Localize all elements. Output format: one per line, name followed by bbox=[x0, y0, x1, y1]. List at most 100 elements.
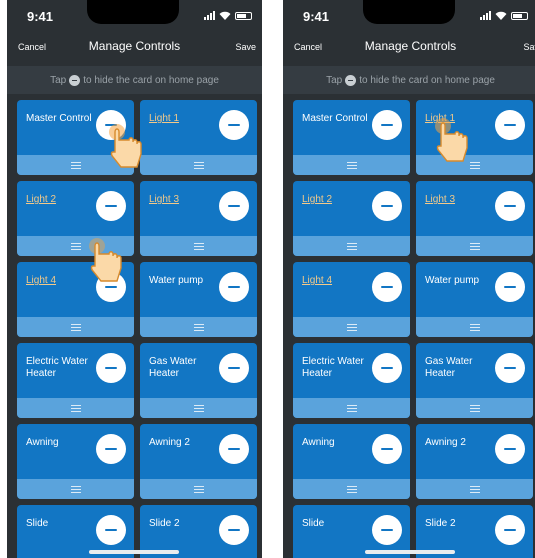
control-card: Light 1 bbox=[416, 100, 533, 175]
battery-icon bbox=[235, 12, 252, 20]
minus-circle-icon[interactable] bbox=[372, 515, 402, 545]
card-label[interactable]: Light 1 bbox=[149, 113, 219, 125]
drag-handle-icon[interactable] bbox=[140, 317, 257, 337]
minus-circle-icon[interactable] bbox=[219, 353, 249, 383]
minus-circle-icon[interactable] bbox=[495, 272, 525, 302]
control-card: Light 2 bbox=[17, 181, 134, 256]
minus-circle-icon[interactable] bbox=[96, 434, 126, 464]
page-title: Manage Controls bbox=[88, 39, 181, 53]
drag-handle-icon[interactable] bbox=[416, 236, 533, 256]
control-card: Awning bbox=[293, 424, 410, 499]
drag-handle-icon[interactable] bbox=[293, 236, 410, 256]
drag-handle-icon[interactable] bbox=[293, 317, 410, 337]
minus-circle-icon bbox=[345, 74, 357, 86]
drag-handle-icon[interactable] bbox=[140, 398, 257, 418]
card-label[interactable]: Light 2 bbox=[302, 194, 372, 206]
status-time: 9:41 bbox=[303, 9, 330, 24]
minus-circle-icon[interactable] bbox=[495, 191, 525, 221]
control-card: Light 4 bbox=[17, 262, 134, 337]
control-card: Light 3 bbox=[140, 181, 257, 256]
control-card: Gas Water Heater bbox=[416, 343, 533, 418]
control-card: Light 3 bbox=[416, 181, 533, 256]
card-label: Water pump bbox=[149, 275, 204, 286]
card-label: Slide 2 bbox=[149, 518, 180, 529]
minus-circle-icon[interactable] bbox=[219, 434, 249, 464]
hint-bar: Tap to hide the card on home page bbox=[7, 66, 262, 94]
minus-circle-icon[interactable] bbox=[372, 191, 402, 221]
card-label[interactable]: Light 1 bbox=[425, 113, 495, 125]
drag-handle-icon[interactable] bbox=[293, 155, 410, 175]
minus-circle-icon[interactable] bbox=[96, 272, 126, 302]
minus-circle-icon[interactable] bbox=[495, 434, 525, 464]
minus-circle-icon[interactable] bbox=[495, 110, 525, 140]
minus-circle-icon[interactable] bbox=[219, 515, 249, 545]
hint-text-before: Tap bbox=[326, 74, 343, 86]
drag-handle-icon[interactable] bbox=[140, 236, 257, 256]
notch bbox=[363, 0, 455, 24]
home-indicator bbox=[365, 550, 455, 554]
card-label: Water pump bbox=[425, 275, 480, 286]
card-label[interactable]: Light 4 bbox=[302, 275, 372, 287]
drag-handle-icon[interactable] bbox=[17, 317, 134, 337]
card-label[interactable]: Light 3 bbox=[425, 194, 495, 206]
card-label[interactable]: Light 3 bbox=[149, 194, 219, 206]
minus-circle-icon[interactable] bbox=[219, 110, 249, 140]
control-card: Awning 2 bbox=[416, 424, 533, 499]
hint-text-after: to hide the card on home page bbox=[83, 74, 219, 86]
notch bbox=[87, 0, 179, 24]
drag-handle-icon[interactable] bbox=[140, 155, 257, 175]
card-label: Electric Water Heater bbox=[302, 356, 364, 379]
minus-circle-icon[interactable] bbox=[96, 191, 126, 221]
control-card: Water pump bbox=[416, 262, 533, 337]
minus-circle-icon[interactable] bbox=[372, 353, 402, 383]
minus-circle-icon[interactable] bbox=[219, 272, 249, 302]
hint-text-after: to hide the card on home page bbox=[359, 74, 495, 86]
control-card: Light 2 bbox=[293, 181, 410, 256]
card-label: Slide bbox=[302, 518, 325, 529]
drag-handle-icon[interactable] bbox=[17, 155, 134, 175]
minus-circle-icon[interactable] bbox=[495, 515, 525, 545]
status-bar: 9:41 bbox=[283, 0, 535, 34]
card-label[interactable]: Light 4 bbox=[26, 275, 96, 287]
control-card: Awning 2 bbox=[140, 424, 257, 499]
card-label: Gas Water Heater bbox=[425, 356, 473, 379]
drag-handle-icon[interactable] bbox=[416, 317, 533, 337]
card-label: Slide bbox=[26, 518, 49, 529]
status-bar: 9:41 bbox=[7, 0, 262, 34]
minus-circle-icon[interactable] bbox=[372, 434, 402, 464]
drag-handle-icon[interactable] bbox=[416, 155, 533, 175]
nav-bar: Cancel Manage Controls Save bbox=[7, 34, 262, 60]
save-button[interactable]: Save bbox=[235, 42, 256, 52]
status-icons bbox=[480, 11, 528, 20]
card-label: Slide 2 bbox=[425, 518, 456, 529]
minus-circle-icon[interactable] bbox=[372, 272, 402, 302]
minus-circle-icon[interactable] bbox=[96, 353, 126, 383]
minus-circle-icon[interactable] bbox=[96, 110, 126, 140]
control-card: Master Control bbox=[293, 100, 410, 175]
signal-icon bbox=[204, 11, 215, 20]
drag-handle-icon[interactable] bbox=[416, 398, 533, 418]
nav-bar: Cancel Manage Controls Save bbox=[283, 34, 535, 60]
page-title: Manage Controls bbox=[364, 39, 457, 53]
drag-handle-icon[interactable] bbox=[416, 479, 533, 499]
card-label[interactable]: Light 2 bbox=[26, 194, 96, 206]
wifi-icon bbox=[495, 11, 507, 20]
save-button[interactable]: Save bbox=[523, 42, 535, 52]
minus-circle-icon[interactable] bbox=[495, 353, 525, 383]
card-label: Master Control bbox=[302, 113, 368, 124]
phone-screen-right: 9:41 Cancel Manage Controls Save Tap to … bbox=[283, 0, 535, 558]
drag-handle-icon[interactable] bbox=[17, 236, 134, 256]
drag-handle-icon[interactable] bbox=[140, 479, 257, 499]
drag-handle-icon[interactable] bbox=[293, 479, 410, 499]
hint-bar: Tap to hide the card on home page bbox=[283, 66, 535, 94]
card-label: Awning 2 bbox=[149, 437, 190, 448]
minus-circle-icon[interactable] bbox=[96, 515, 126, 545]
minus-circle-icon[interactable] bbox=[219, 191, 249, 221]
drag-handle-icon[interactable] bbox=[17, 479, 134, 499]
drag-handle-icon[interactable] bbox=[293, 398, 410, 418]
minus-circle-icon[interactable] bbox=[372, 110, 402, 140]
control-card: Awning bbox=[17, 424, 134, 499]
control-card: Water pump bbox=[140, 262, 257, 337]
card-label: Electric Water Heater bbox=[26, 356, 88, 379]
drag-handle-icon[interactable] bbox=[17, 398, 134, 418]
